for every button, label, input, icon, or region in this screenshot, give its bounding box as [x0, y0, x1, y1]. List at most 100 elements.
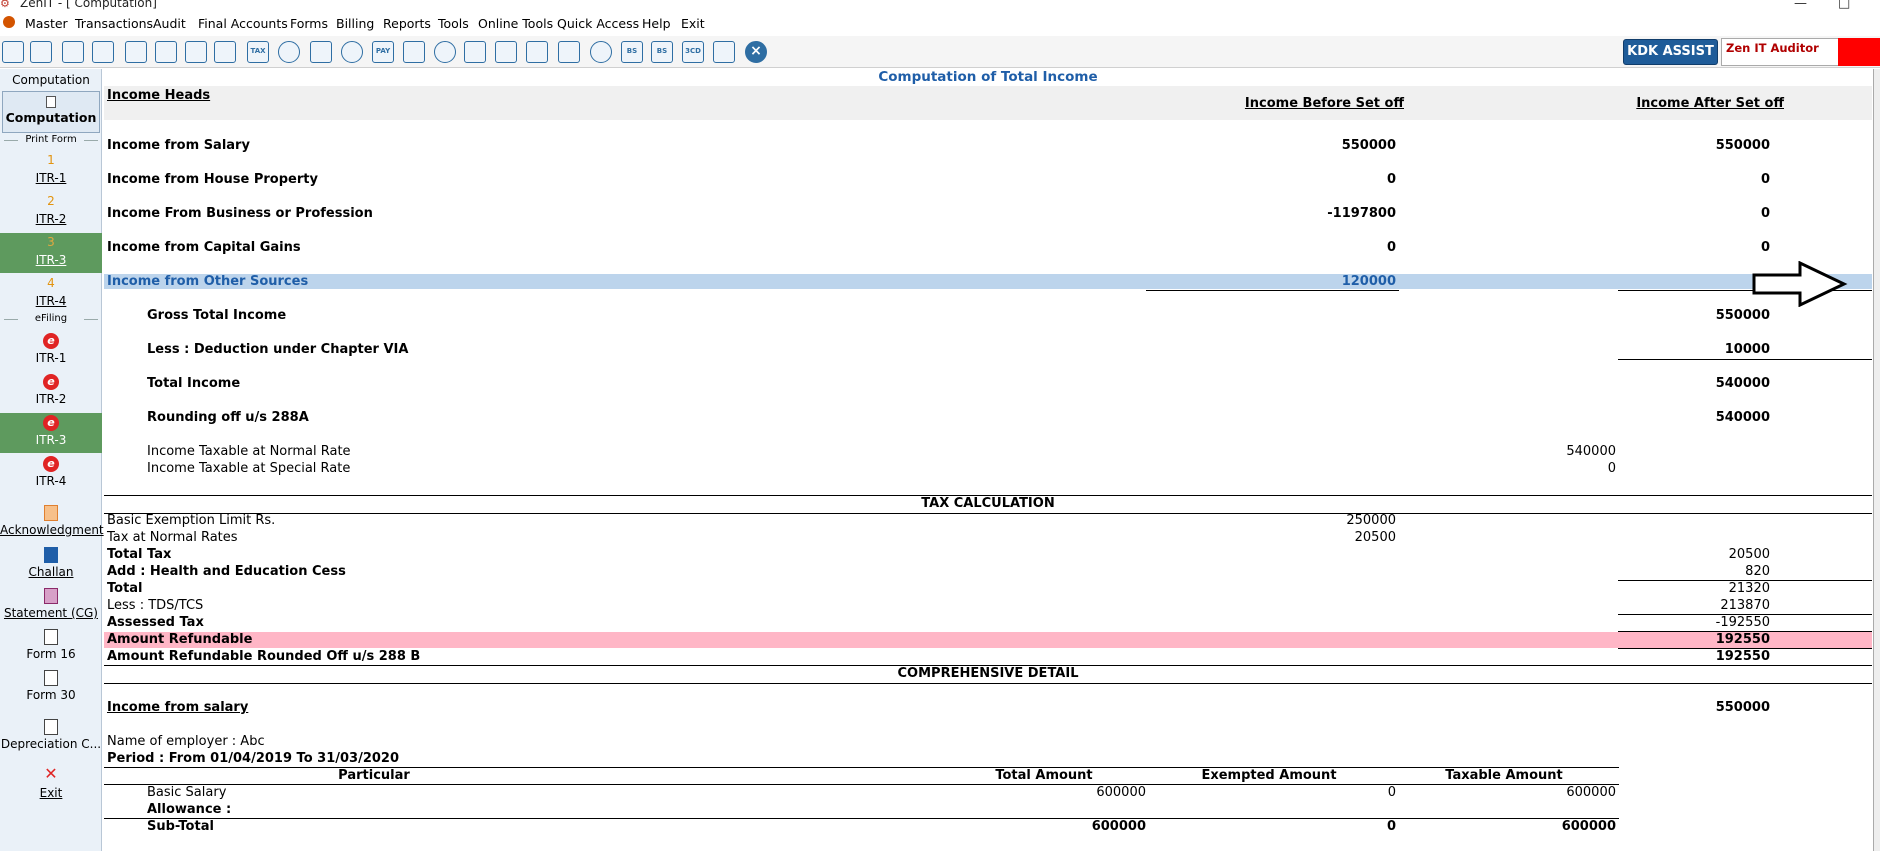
sidebar-item-efile-itr2[interactable]: e ITR-2 — [0, 372, 102, 412]
maximize-icon[interactable]: □ — [1838, 0, 1850, 11]
vertical-scrollbar[interactable] — [1873, 69, 1880, 851]
sidebar-item-acknowledgment[interactable]: Acknowledgment — [0, 503, 104, 543]
col-income-after: Income After Set off — [1636, 96, 1784, 111]
income-before-value: 550000 — [1341, 138, 1396, 153]
total-tax-value: 20500 — [1728, 547, 1770, 562]
app-menu-icon[interactable] — [3, 16, 15, 28]
menu-final-accounts[interactable]: Final Accounts — [198, 16, 288, 31]
minimize-icon[interactable]: — — [1794, 0, 1807, 11]
refresh-doc-icon[interactable] — [590, 41, 612, 63]
auditor-label: Zen IT Auditor — [1721, 38, 1839, 66]
sidebar-item-form16[interactable]: Form 16 — [0, 627, 102, 667]
sidebar-item-label: Form 16 — [26, 647, 76, 661]
sidebar-item-label: ITR-2 — [35, 212, 67, 226]
cess-label: Add : Health and Education Cess — [107, 564, 346, 579]
income-before-value: 0 — [1386, 240, 1396, 255]
income-head-label: Income from House Property — [107, 172, 318, 187]
pin-icon[interactable] — [185, 41, 207, 63]
pie-icon[interactable] — [341, 41, 363, 63]
special-rate-label: Income Taxable at Special Rate — [147, 461, 351, 476]
gift-icon[interactable] — [125, 41, 147, 63]
pay-icon[interactable]: PAY — [372, 41, 394, 63]
income-head-label: Income from Other Sources — [107, 274, 309, 289]
page-title: Computation of Total Income — [104, 69, 1872, 85]
itr3-number: 3 — [47, 235, 55, 249]
normal-rate-value: 540000 — [1566, 444, 1616, 459]
sidebar-item-efile-itr4[interactable]: e ITR-4 — [0, 454, 102, 494]
menu-tools[interactable]: Tools — [438, 16, 469, 31]
3cd-icon[interactable]: 3CD — [682, 41, 704, 63]
sidebar-item-print-itr1[interactable]: 1 ITR-1 — [0, 151, 102, 191]
deduction-value: 10000 — [1724, 342, 1770, 357]
edit-report-icon[interactable] — [495, 41, 517, 63]
gross-total-label: Gross Total Income — [147, 308, 287, 323]
filter-icon[interactable] — [214, 41, 236, 63]
home-icon[interactable] — [30, 41, 52, 63]
status-indicator — [1838, 38, 1880, 66]
sidebar-item-depreciation[interactable]: Depreciation C... — [0, 717, 102, 757]
document-icon — [44, 629, 58, 645]
menu-forms[interactable]: Forms — [290, 16, 328, 31]
users-icon[interactable] — [155, 41, 177, 63]
import-icon[interactable] — [2, 41, 24, 63]
form-icon[interactable] — [713, 41, 735, 63]
sidebar-item-print-itr3[interactable]: 3 ITR-3 — [0, 233, 102, 273]
document-icon — [44, 719, 58, 735]
menu-quick-access[interactable]: Quick Access — [557, 16, 639, 31]
total-label: Total — [107, 581, 143, 596]
bs-icon[interactable]: BS — [621, 41, 643, 63]
deduction-label: Less : Deduction under Chapter VIA — [147, 342, 409, 357]
book-icon[interactable] — [403, 41, 425, 63]
close-icon[interactable]: × — [745, 41, 767, 63]
calendar-icon[interactable] — [526, 41, 548, 63]
sidebar: Computation Computation Print Form 1 ITR… — [0, 69, 104, 851]
sidebar-item-label: Statement (CG) — [3, 606, 98, 620]
exit-icon: ✕ — [44, 764, 58, 783]
menu-exit[interactable]: Exit — [681, 16, 705, 31]
sidebar-item-print-itr4[interactable]: 4 ITR-4 — [0, 274, 102, 314]
menu-billing[interactable]: Billing — [336, 16, 374, 31]
menu-audit[interactable]: Audit — [153, 16, 186, 31]
subtotal-exempt: 0 — [1386, 819, 1396, 834]
report-icon[interactable] — [464, 41, 486, 63]
sidebar-item-exit[interactable]: ✕ Exit — [0, 764, 102, 804]
tax-icon[interactable]: TAX — [247, 41, 269, 63]
efiling-header: eFiling — [0, 313, 102, 324]
sidebar-item-challan[interactable]: Challan — [0, 545, 102, 585]
sidebar-item-print-itr2[interactable]: 2 ITR-2 — [0, 192, 102, 232]
special-rate-value: 0 — [1607, 461, 1616, 476]
sidebar-item-form30[interactable]: Form 30 — [0, 668, 102, 708]
info-icon[interactable] — [434, 41, 456, 63]
itr2-number: 2 — [47, 194, 55, 208]
col-taxable-amount: Taxable Amount — [1445, 768, 1563, 783]
normal-rate-label: Income Taxable at Normal Rate — [147, 444, 351, 459]
sidebar-item-efile-itr1[interactable]: e ITR-1 — [0, 331, 102, 371]
income-before-value: 0 — [1386, 172, 1396, 187]
rupee-icon[interactable] — [278, 41, 300, 63]
total-income-label: Total Income — [147, 376, 241, 391]
sidebar-item-efile-itr3[interactable]: e ITR-3 — [0, 413, 102, 453]
settings-doc-icon[interactable] — [558, 41, 580, 63]
menu-help[interactable]: Help — [642, 16, 671, 31]
sidebar-item-label: Computation — [5, 110, 97, 125]
section-divider — [104, 683, 1872, 684]
calculator-icon[interactable] — [310, 41, 332, 63]
kdk-assist-button[interactable]: KDK ASSIST — [1623, 39, 1718, 65]
sidebar-item-label: ITR-4 — [35, 474, 67, 488]
menu-transactions[interactable]: Transactions — [75, 16, 153, 31]
underline — [1146, 290, 1399, 291]
toolbar: TAX PAY BS BS 3CD × — [0, 36, 1880, 68]
menu-bar: Master Transactions Audit Final Accounts… — [0, 15, 1880, 34]
sidebar-item-statement-cg[interactable]: Statement (CG) — [0, 586, 102, 626]
menu-master[interactable]: Master — [25, 16, 68, 31]
menu-online-tools[interactable]: Online Tools — [478, 16, 553, 31]
building-icon[interactable] — [62, 41, 84, 63]
bs-alt-icon[interactable]: BS — [651, 41, 673, 63]
income-after-value: 0 — [1760, 172, 1770, 187]
menu-reports[interactable]: Reports — [383, 16, 431, 31]
sidebar-item-label: ITR-2 — [35, 392, 67, 406]
sidebar-item-computation[interactable]: Computation — [2, 91, 100, 133]
section-divider — [104, 513, 1872, 514]
chart-icon[interactable] — [92, 41, 114, 63]
gross-total-value: 550000 — [1715, 308, 1770, 323]
